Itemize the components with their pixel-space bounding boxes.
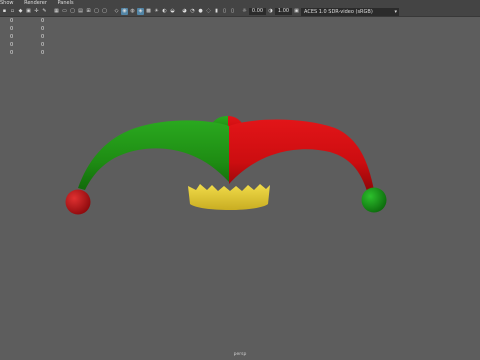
grid-icon[interactable]: ▦ (53, 8, 60, 15)
hud-row: 0 0 (10, 18, 45, 24)
gate-mask-icon[interactable]: ▤ (77, 8, 84, 15)
bookmark-icon[interactable]: ◆ (17, 8, 24, 15)
camera-name-label: persp (233, 352, 247, 357)
exposure-field[interactable]: 0.00 (249, 8, 266, 15)
exposure-icon[interactable]: ☼ (241, 8, 248, 15)
depth-of-field-icon[interactable]: ● (197, 8, 204, 15)
camera-attributes-icon[interactable]: ▫ (9, 8, 16, 15)
field-chart-icon[interactable]: ⊞ (85, 8, 92, 15)
menu-show[interactable]: Show (0, 0, 14, 7)
viewport-background (0, 17, 480, 360)
ambient-occlusion-icon[interactable]: ◒ (169, 8, 176, 15)
motion-blur-icon[interactable]: ◕ (181, 8, 188, 15)
film-gate-icon[interactable]: ▭ (61, 8, 68, 15)
safe-title-icon[interactable]: ▢ (101, 8, 108, 15)
color-management-icon[interactable]: ▣ (293, 8, 300, 15)
xray-icon[interactable]: ▮ (213, 8, 220, 15)
colorspace-dropdown[interactable]: ACES 1.0 SDR-video (sRGB) ▾ (301, 7, 399, 16)
xray-joints-icon[interactable]: ▯ (221, 8, 228, 15)
shadows-icon[interactable]: ◐ (161, 8, 168, 15)
hud-row: 0 0 (10, 42, 45, 48)
hud-overlay: 0 0 0 0 0 0 0 0 0 0 (0, 17, 60, 61)
hud-row: 0 0 (10, 26, 45, 32)
gamma-field[interactable]: 1.00 (275, 8, 292, 15)
isolate-select-icon[interactable]: ◌ (205, 8, 212, 15)
smooth-shade-icon[interactable]: ◉ (121, 8, 128, 15)
anti-aliasing-icon[interactable]: ◔ (189, 8, 196, 15)
select-camera-icon[interactable]: ▪ (1, 8, 8, 15)
resolution-gate-icon[interactable]: ▢ (69, 8, 76, 15)
3d-viewport[interactable] (0, 17, 480, 360)
panel-menu-bar: Show Renderer Panels (0, 0, 480, 7)
safe-action-icon[interactable]: ▢ (93, 8, 100, 15)
default-material-icon[interactable]: ◍ (129, 8, 136, 15)
hat-right-ball (361, 187, 387, 213)
panel-toolbar: ▪ ▫ ◆ ▣ ✢ ✎ ▦ ▭ ▢ ▤ ⊞ ▢ ▢ ◇ ◉ ◍ ◈ ▩ ☀ ◐ … (0, 7, 480, 17)
maya-viewport-panel: Show Renderer Panels ▪ ▫ ◆ ▣ ✢ ✎ ▦ ▭ ▢ ▤… (0, 0, 480, 360)
wireframe-icon[interactable]: ◇ (113, 8, 120, 15)
wireframe-on-shaded-icon[interactable]: ◈ (137, 8, 144, 15)
xray-components-icon[interactable]: ▯ (229, 8, 236, 15)
use-all-lights-icon[interactable]: ☀ (153, 8, 160, 15)
menu-renderer[interactable]: Renderer (24, 0, 47, 7)
gamma-icon[interactable]: ◑ (267, 8, 274, 15)
image-plane-icon[interactable]: ▣ (25, 8, 32, 15)
hat-left-ball (65, 189, 91, 215)
chevron-down-icon: ▾ (394, 8, 397, 15)
textured-icon[interactable]: ▩ (145, 8, 152, 15)
colorspace-label: ACES 1.0 SDR-video (sRGB) (304, 8, 373, 15)
menu-panels[interactable]: Panels (58, 0, 74, 7)
2d-pan-zoom-icon[interactable]: ✢ (33, 8, 40, 15)
hud-row: 0 0 (10, 50, 45, 56)
grease-pencil-icon[interactable]: ✎ (41, 8, 48, 15)
hud-row: 0 0 (10, 34, 45, 40)
